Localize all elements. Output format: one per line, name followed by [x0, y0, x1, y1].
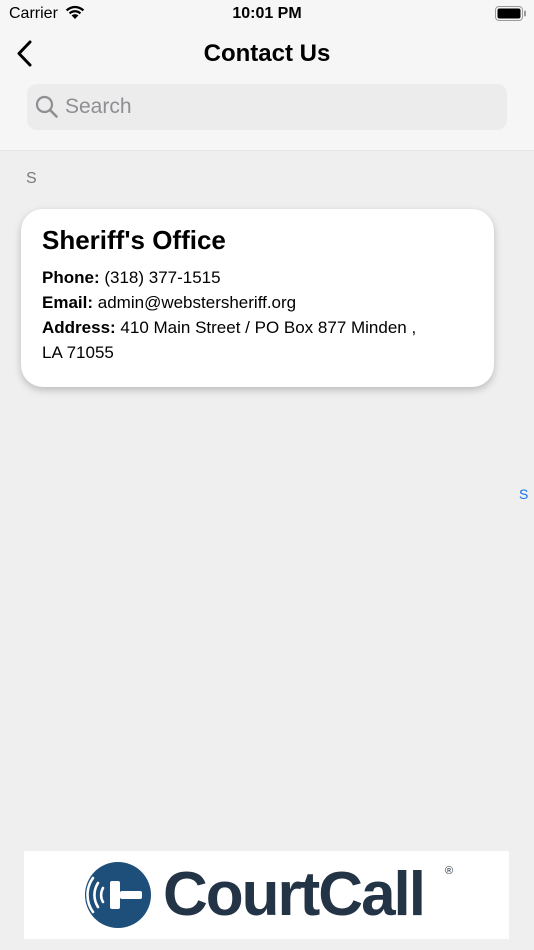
search-icon: [35, 95, 59, 124]
battery-icon: [495, 6, 527, 26]
contact-phone: Phone: (318) 377-1515: [42, 265, 474, 290]
phone-label: Phone:: [42, 268, 100, 287]
registered-mark: ®: [445, 865, 454, 877]
contact-card[interactable]: Sheriff's Office Phone: (318) 377-1515 E…: [21, 209, 494, 387]
contact-address: Address: 410 Main Street / PO Box 877 Mi…: [42, 315, 474, 340]
status-bar: Carrier 10:01 PM: [0, 0, 534, 28]
email-label: Email:: [42, 293, 94, 312]
courtcall-banner[interactable]: CourtCall ®: [24, 851, 509, 939]
page-title: Contact Us: [203, 40, 331, 67]
courtcall-logo-text: CourtCall: [163, 860, 426, 929]
status-time: 10:01 PM: [232, 5, 302, 22]
section-header: S: [26, 170, 37, 187]
section-index-s[interactable]: S: [519, 486, 528, 502]
search-bar[interactable]: [27, 84, 507, 130]
address-value-line1[interactable]: 410 Main Street / PO Box 877 Minden ,: [120, 318, 416, 337]
address-label: Address:: [42, 318, 116, 337]
address-value-line2[interactable]: LA 71055: [42, 343, 114, 362]
phone-value[interactable]: (318) 377-1515: [104, 268, 220, 287]
search-input[interactable]: [65, 88, 495, 126]
navigation-bar: Contact Us: [0, 28, 534, 151]
gavel-logo-icon: [84, 861, 152, 934]
contact-email: Email: admin@webstersheriff.org: [42, 290, 474, 315]
contact-address-line2: LA 71055: [42, 340, 474, 365]
email-value[interactable]: admin@webstersheriff.org: [98, 293, 296, 312]
contact-name: Sheriff's Office: [42, 225, 226, 255]
